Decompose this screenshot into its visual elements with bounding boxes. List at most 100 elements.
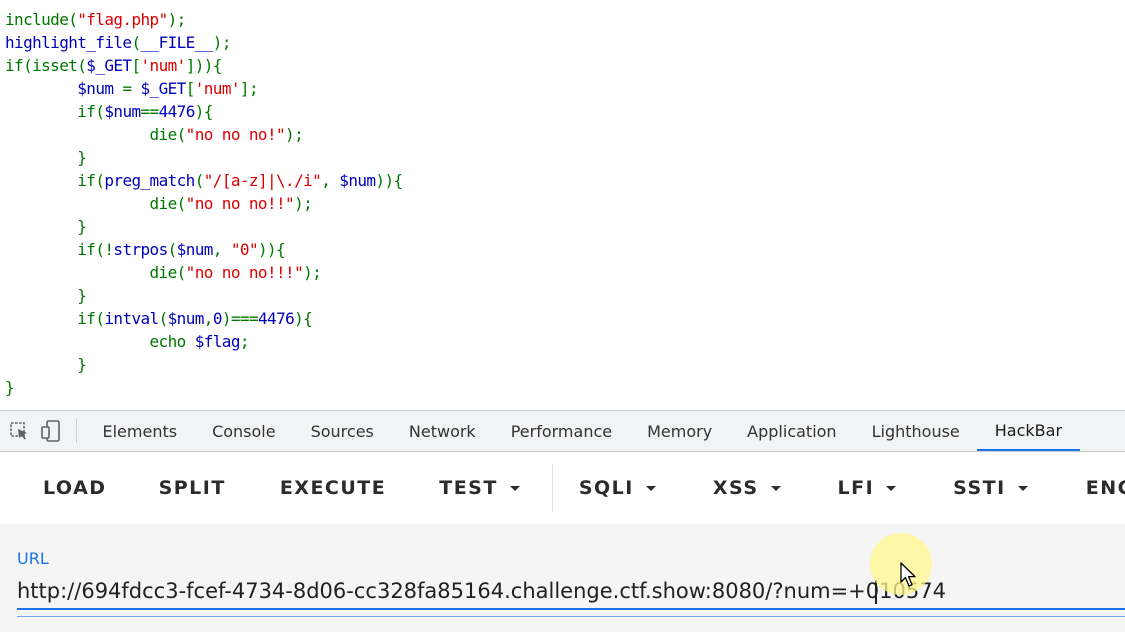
tab-application[interactable]: Application: [730, 411, 854, 451]
code-token: intval: [104, 309, 159, 328]
test-button[interactable]: TEST: [439, 468, 520, 508]
code-token: $num: [339, 171, 376, 190]
code-token: =: [122, 79, 141, 98]
code-token: $num: [176, 240, 214, 259]
code-token: if(: [5, 309, 105, 328]
execute-button[interactable]: EXECUTE: [280, 468, 386, 508]
tab-bar-divider: [76, 419, 77, 443]
dropdown-caret-icon: [770, 485, 781, 491]
code-line: include("flag.php");: [5, 8, 403, 31]
tab-lighthouse[interactable]: Lighthouse: [854, 411, 977, 451]
code-token: ,: [321, 171, 340, 190]
code-token: ,: [203, 309, 214, 328]
dropdown-caret-icon: [886, 485, 897, 491]
code-token: ;: [239, 332, 250, 351]
button-label: TEST: [439, 477, 498, 499]
code-token: if(: [5, 171, 105, 190]
code-token: strpos: [113, 240, 168, 259]
code-token: ])){: [185, 56, 223, 75]
code-token: ){: [194, 102, 214, 121]
code-line: if(!strpos($num, "0")){: [5, 238, 403, 261]
code-line: die("no no no!");: [5, 123, 403, 146]
xss-button[interactable]: XSS: [713, 468, 781, 508]
tab-hackbar[interactable]: HackBar: [977, 411, 1080, 451]
tab-performance[interactable]: Performance: [493, 411, 629, 451]
code-line: if(preg_match("/[a-z]|\./i", $num)){: [5, 169, 403, 192]
code-token: );: [303, 263, 322, 282]
tab-network[interactable]: Network: [391, 411, 493, 451]
code-token: (: [131, 33, 141, 52]
code-token: die(: [5, 125, 187, 144]
code-token: );: [212, 33, 232, 52]
sqli-button[interactable]: SQLI: [579, 468, 656, 508]
button-label: SPLIT: [158, 477, 226, 499]
code-line: }: [5, 146, 403, 169]
tab-console[interactable]: Console: [195, 411, 294, 451]
code-line: }: [5, 353, 403, 376]
code-line: if(isset($_GET['num'])){: [5, 54, 403, 77]
code-token: )){: [257, 240, 286, 259]
code-token: ){: [294, 309, 313, 328]
tab-sources[interactable]: Sources: [293, 411, 391, 451]
code-line: die("no no no!!!");: [5, 261, 403, 284]
dropdown-caret-icon: [1017, 485, 1028, 491]
devtools-tabs: Elements Console Sources Network Performance…: [85, 411, 1080, 451]
code-line: echo $flag;: [5, 330, 403, 353]
ssti-button[interactable]: SSTI: [953, 468, 1028, 508]
code-token: if(: [5, 102, 105, 121]
device-toolbar-icon[interactable]: [40, 420, 62, 442]
devtools-tab-bar: Elements Console Sources Network Performance…: [0, 410, 1125, 452]
code-token: "/[a-z]|\./i": [203, 171, 322, 190]
button-label: ENCO: [1085, 477, 1125, 499]
code-token: $flag: [194, 332, 241, 351]
button-label: LFI: [837, 477, 875, 499]
hackbar-toolbar: LOAD SPLIT EXECUTE TEST SQLI XSS LFI SSTI ENCO: [0, 452, 1125, 524]
code-line: if(intval($num,0)===4476){: [5, 307, 403, 330]
code-token: );: [285, 125, 304, 144]
split-button[interactable]: SPLIT: [159, 468, 226, 508]
url-label: URL: [17, 549, 49, 568]
code-token: $_GET: [86, 56, 132, 75]
dropdown-caret-icon: [645, 485, 656, 491]
tab-elements[interactable]: Elements: [85, 411, 195, 451]
url-input[interactable]: [17, 574, 1125, 610]
code-token: ];: [239, 79, 259, 98]
inspect-element-icon[interactable]: [8, 420, 30, 442]
code-token: ,: [212, 240, 231, 259]
code-line: }: [5, 215, 403, 238]
code-token: $num: [167, 309, 205, 328]
code-token: 4476: [158, 102, 196, 121]
code-token: }: [5, 148, 87, 167]
code-line: }: [5, 284, 403, 307]
code-token: "no no no!!!": [185, 263, 304, 282]
url-underline: [17, 616, 1125, 617]
code-token: $num: [104, 102, 141, 121]
load-button[interactable]: LOAD: [43, 468, 107, 508]
enco-button[interactable]: ENCO: [1086, 468, 1125, 508]
php-source-view: include("flag.php"); highlight_file(__FIL…: [0, 0, 1125, 410]
code-token: 0: [212, 309, 223, 328]
code-token: [: [131, 56, 141, 75]
code-token: echo: [5, 332, 195, 351]
code-line: }: [5, 376, 403, 399]
code-token: include(: [5, 10, 78, 29]
code-token: }: [5, 217, 87, 236]
code-token: )===: [221, 309, 259, 328]
lfi-button[interactable]: LFI: [838, 468, 897, 508]
button-label: SQLI: [578, 477, 634, 499]
code-token: die(: [5, 194, 187, 213]
code-token: );: [294, 194, 313, 213]
code-token: );: [167, 10, 187, 29]
code-token: 4476: [258, 309, 295, 328]
code-token: highlight_file: [5, 33, 132, 52]
code-token: }: [5, 378, 15, 397]
code-token: }: [5, 355, 87, 374]
code-token: ==: [140, 102, 160, 121]
code-token: (: [167, 240, 178, 259]
button-label: LOAD: [43, 477, 107, 499]
code-token: "0": [230, 240, 259, 259]
button-label: SSTI: [953, 477, 1006, 499]
code-line: $num = $_GET['num'];: [5, 77, 403, 100]
tab-memory[interactable]: Memory: [630, 411, 730, 451]
